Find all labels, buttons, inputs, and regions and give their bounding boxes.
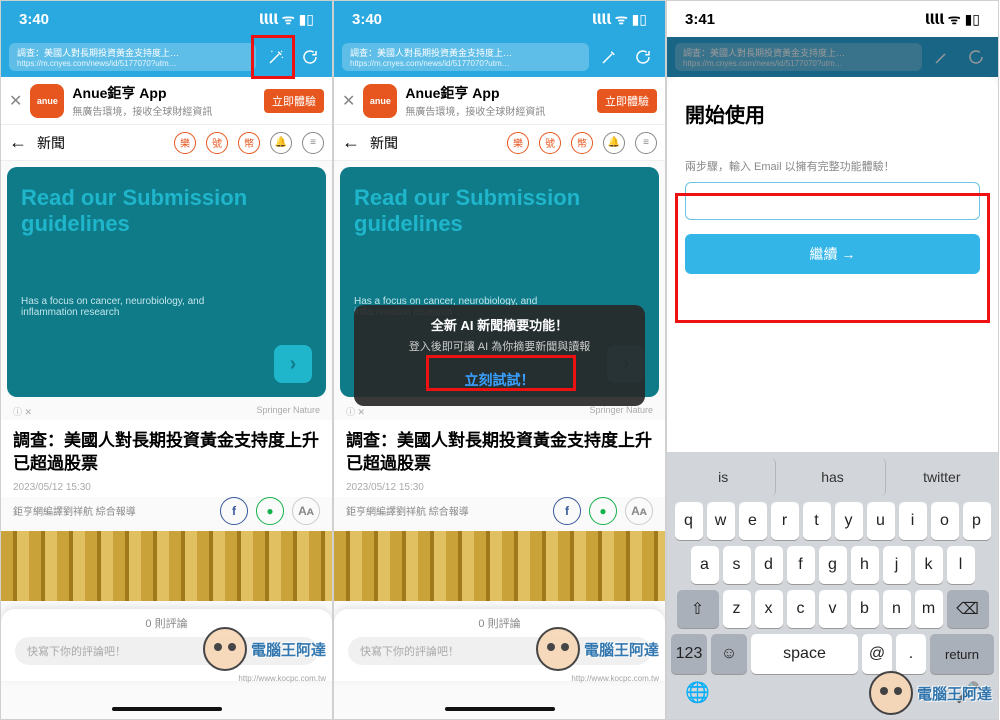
status-icons: 𝗹𝗹𝗹𝗹 ᯤ ▮▯ xyxy=(259,10,314,29)
highlight-magic-icon xyxy=(251,35,295,79)
page-nav: ← 新聞 樂 號 幣 🔔 ≡ xyxy=(1,125,332,161)
delete-key[interactable]: ⌫ xyxy=(947,590,989,628)
app-logo: anue xyxy=(30,84,64,118)
font-size-icon[interactable]: Aᴀ xyxy=(625,497,653,525)
suggestion[interactable]: is xyxy=(671,458,776,496)
bell-icon[interactable]: 🔔 xyxy=(270,132,292,154)
sheet-title: 開始使用 xyxy=(685,99,980,128)
close-icon[interactable]: ✕ xyxy=(342,91,355,111)
status-bar: 3:40 𝗹𝗹𝗹𝗹 ᯤ ▮▯ xyxy=(1,1,332,37)
suggestion[interactable]: twitter xyxy=(890,458,994,496)
status-time: 3:40 xyxy=(352,11,382,28)
banner-title: Anue鉅亨 App xyxy=(72,83,256,103)
banner-subtitle: 無廣告環境，接收全球財經資訊 xyxy=(72,103,256,118)
sheet-label: 兩步驟，輸入 Email 以擁有完整功能體驗！ xyxy=(685,158,980,174)
refresh-icon[interactable] xyxy=(296,43,324,71)
facebook-icon[interactable]: f xyxy=(553,497,581,525)
status-bar: 3:40 𝗹𝗹𝗹𝗹 ᯤ ▮▯ xyxy=(334,1,665,37)
back-icon[interactable]: ← xyxy=(9,132,27,153)
card-arrow-icon[interactable]: › xyxy=(274,345,312,383)
magic-icon[interactable] xyxy=(595,43,623,71)
home-indicator[interactable] xyxy=(445,707,555,711)
status-icons: 𝗹𝗹𝗹𝗹 ᯤ ▮▯ xyxy=(592,10,647,29)
screenshot-3: 3:41 𝗹𝗹𝗹𝗹 ᯤ ▮▯ 調查：美國人對長期投資黃金支持度上…https:/… xyxy=(666,0,999,720)
facebook-icon[interactable]: f xyxy=(220,497,248,525)
url-box[interactable]: 調查：美國人對長期投資黃金支持度上… https://m.cnyes.com/n… xyxy=(9,43,256,71)
tooltip-subtitle: 登入後即可讓 AI 為你摘要新聞與讀報 xyxy=(366,338,633,354)
article-hero-image xyxy=(334,531,665,601)
article-hero-image xyxy=(1,531,332,601)
return-key[interactable]: return xyxy=(930,634,994,674)
nav-chip-3[interactable]: 幣 xyxy=(238,132,260,154)
article-title[interactable]: 調查：美國人對長期投資黃金支持度上升 已超過股票 xyxy=(13,430,320,476)
app-logo: anue xyxy=(363,84,397,118)
app-install-banner: ✕ anue Anue鉅亨 App無廣告環境，接收全球財經資訊 立即體驗 xyxy=(334,77,665,125)
status-time: 3:40 xyxy=(19,11,49,28)
shift-key[interactable]: ⇧ xyxy=(677,590,719,628)
font-size-icon[interactable]: Aᴀ xyxy=(292,497,320,525)
page-title: 新聞 xyxy=(37,133,164,153)
try-now-button[interactable]: 立即體驗 xyxy=(264,89,324,113)
close-icon[interactable]: ✕ xyxy=(9,91,22,111)
nav-chip-1[interactable]: 樂 xyxy=(174,132,196,154)
card-title: Read our Submission guidelines xyxy=(21,185,312,238)
line-icon[interactable]: ● xyxy=(589,497,617,525)
browser-url-bar: 調查：美國人對長期投資黃金支持度上…https://m.cnyes.com/ne… xyxy=(667,37,998,77)
screenshot-2: 3:40 𝗹𝗹𝗹𝗹 ᯤ ▮▯ 調查：美國人對長期投資黃金支持度上…https:/… xyxy=(333,0,666,720)
line-icon[interactable]: ● xyxy=(256,497,284,525)
emoji-key[interactable]: ☺︎ xyxy=(711,634,747,674)
article-date: 2023/05/12 15:30 xyxy=(13,482,320,493)
browser-url-bar: 調查：美國人對長期投資黃金支持度上…https://m.cnyes.com/ne… xyxy=(334,37,665,77)
watermark-avatar-icon xyxy=(203,627,247,671)
watermark: 電腦王阿達http://www.kocpc.com.tw xyxy=(869,671,992,715)
url-box[interactable]: 調查：美國人對長期投資黃金支持度上…https://m.cnyes.com/ne… xyxy=(342,43,589,71)
promo-card[interactable]: Read our Submission guidelines Has a foc… xyxy=(7,167,326,397)
article-source: 鉅亨網編譯劉祥航 綜合報導 xyxy=(13,503,136,518)
tooltip-title: 全新 AI 新聞摘要功能！ xyxy=(366,315,633,334)
try-now-button[interactable]: 立即體驗 xyxy=(597,89,657,113)
home-indicator[interactable] xyxy=(112,707,222,711)
suggestion[interactable]: has xyxy=(780,458,885,496)
watermark: 電腦王阿達 http://www.kocpc.com.tw xyxy=(203,627,326,671)
number-key[interactable]: 123 xyxy=(671,634,707,674)
highlight-form xyxy=(675,193,990,323)
card-subtitle: Has a focus on cancer, neurobiology, and… xyxy=(21,296,221,318)
nav-chip-2[interactable]: 號 xyxy=(206,132,228,154)
highlight-try-now xyxy=(426,355,576,391)
watermark: 電腦王阿達http://www.kocpc.com.tw xyxy=(536,627,659,671)
page-nav: ← 新聞 樂 號 幣 🔔 ≡ xyxy=(334,125,665,161)
article-block: 調查：美國人對長期投資黃金支持度上升 已超過股票 2023/05/12 15:3… xyxy=(1,420,332,497)
status-bar: 3:41 𝗹𝗹𝗹𝗹 ᯤ ▮▯ xyxy=(667,1,998,37)
at-key[interactable]: @ xyxy=(862,634,892,674)
dot-key[interactable]: . xyxy=(896,634,926,674)
menu-icon[interactable]: ≡ xyxy=(302,132,324,154)
space-key[interactable]: space xyxy=(751,634,858,674)
refresh-icon[interactable] xyxy=(629,43,657,71)
globe-icon[interactable]: 🌐 xyxy=(685,680,710,705)
app-install-banner: ✕ anue Anue鉅亨 App 無廣告環境，接收全球財經資訊 立即體驗 xyxy=(1,77,332,125)
screenshot-1: 3:40 𝗹𝗹𝗹𝗹 ᯤ ▮▯ 調查：美國人對長期投資黃金支持度上… https:… xyxy=(0,0,333,720)
